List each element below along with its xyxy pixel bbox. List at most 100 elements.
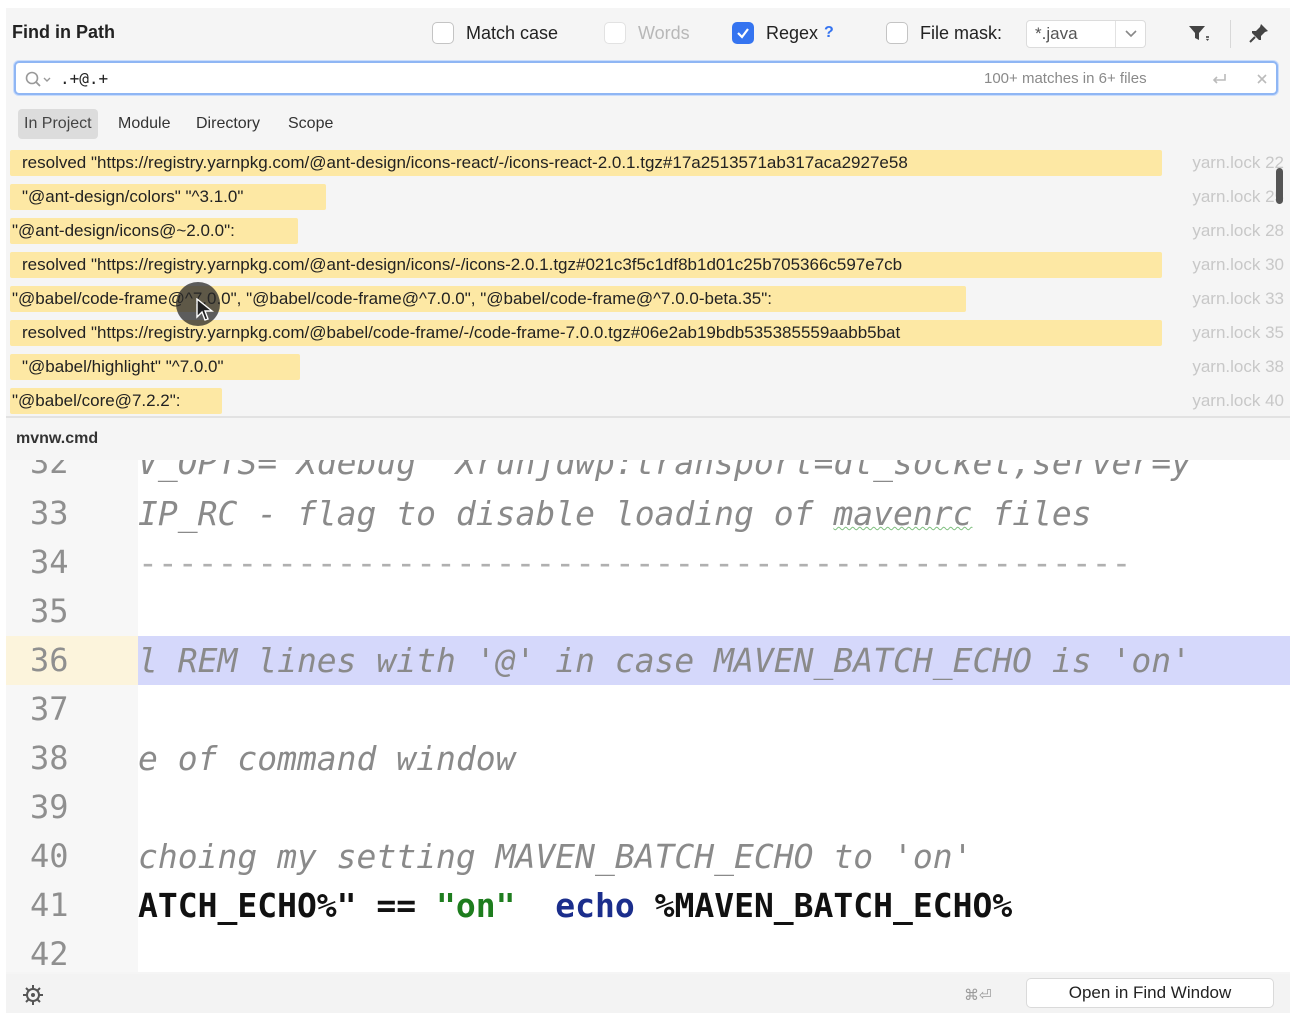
code-line: ATCH_ECHO%" == "on" echo %MAVEN_BATCH_EC… (138, 881, 1290, 930)
code-string: "on" (436, 886, 516, 925)
checkbox-box[interactable] (432, 22, 454, 44)
results-list: resolved "https://registry.yarnpkg.com/@… (6, 146, 1290, 414)
code-text: V_OPTS= Xdebug Xrunjdwp:transport=dt_soc… (138, 460, 1191, 482)
code-line: V_OPTS= Xdebug Xrunjdwp:transport=dt_soc… (138, 460, 1290, 487)
dialog-header: Find in Path Match case Words Regex ? Fi… (6, 8, 1290, 56)
find-in-path-dialog: Find in Path Match case Words Regex ? Fi… (6, 8, 1290, 1013)
new-line-icon[interactable] (1208, 69, 1230, 89)
result-text: resolved "https://registry.yarnpkg.com/@… (10, 320, 1162, 346)
line-number: 36 (30, 641, 69, 679)
result-text: resolved "https://registry.yarnpkg.com/@… (10, 150, 1162, 176)
checkbox-box[interactable] (886, 22, 908, 44)
match-case-checkbox[interactable]: Match case (432, 20, 558, 46)
gear-icon[interactable] (22, 984, 44, 1006)
pin-icon[interactable] (1242, 18, 1276, 48)
tab-scope[interactable]: Scope (282, 109, 339, 139)
code-line: e of command window (138, 734, 1290, 783)
checkbox-box[interactable] (604, 22, 626, 44)
code-keyword: echo (555, 886, 635, 925)
tab-directory[interactable]: Directory (190, 109, 266, 139)
chevron-down-icon[interactable] (1115, 21, 1145, 47)
result-row[interactable]: "@babel/core@7.2.2": yarn.lock 40 (6, 384, 1290, 414)
code-text-a: IP_RC - flag to disable loading of (138, 494, 834, 533)
tab-label: Directory (196, 115, 261, 132)
splitter[interactable] (6, 416, 1290, 418)
file-mask-combo[interactable]: *.java (1026, 20, 1146, 48)
toolbar-divider (1230, 20, 1231, 48)
result-row[interactable]: resolved "https://registry.yarnpkg.com/@… (6, 248, 1290, 282)
code-text: e of command window (138, 739, 516, 778)
preview-file-name: mvnw.cmd (16, 430, 99, 447)
results-scrollbar[interactable] (1276, 168, 1283, 204)
search-query[interactable]: .+@.+ (60, 69, 108, 88)
mouse-cursor-icon (196, 298, 214, 321)
tab-label: Module (118, 115, 171, 132)
result-location: yarn.lock 35 (1192, 323, 1284, 342)
result-text: "@ant-design/icons@~2.0.0": (10, 218, 298, 244)
code-line: choing my setting MAVEN_BATCH_ECHO to 'o… (138, 832, 1290, 881)
dialog-title: Find in Path (12, 22, 115, 42)
result-location: yarn.lock 30 (1192, 255, 1284, 274)
regex-help-link[interactable]: ? (824, 24, 834, 42)
result-text: "@babel/code-frame@^7.0.0", "@babel/code… (10, 286, 966, 312)
result-row[interactable]: "@babel/highlight" "^7.0.0" yarn.lock 38 (6, 350, 1290, 384)
result-text: "@babel/core@7.2.2": (10, 388, 222, 414)
code-line: ----------------------------------------… (138, 538, 1290, 587)
tab-label: In Project (24, 115, 92, 132)
line-number: 35 (30, 592, 69, 630)
line-number: 34 (30, 543, 69, 581)
result-location: yarn.lock 38 (1192, 357, 1284, 376)
search-icon[interactable] (24, 69, 54, 89)
words-label: Words (638, 22, 690, 43)
file-mask-checkbox[interactable]: File mask: (886, 20, 1002, 46)
line-number: 40 (30, 837, 69, 875)
code-text: ----------------------------------------… (138, 543, 1132, 582)
code-line-highlighted: l REM lines with '@' in case MAVEN_BATCH… (138, 636, 1290, 685)
code-text: choing my setting MAVEN_BATCH_ECHO to 'o… (138, 837, 973, 876)
result-location: yarn.lock 22 (1192, 153, 1284, 172)
tab-in-project[interactable]: In Project (18, 109, 98, 139)
file-mask-value: *.java (1035, 24, 1078, 43)
result-text: "@ant-design/colors" "^3.1.0" (10, 184, 326, 210)
open-in-find-window-button[interactable]: Open in Find Window (1026, 978, 1274, 1008)
code-text-a: ATCH_ECHO%" == (138, 886, 437, 925)
code-text-c: files (972, 494, 1092, 533)
line-number: 39 (30, 788, 69, 826)
match-count: 100+ matches in 6+ files (984, 70, 1147, 87)
close-icon[interactable] (1252, 69, 1272, 89)
code-text-c (516, 886, 556, 925)
regex-label: Regex (766, 22, 819, 43)
dialog-footer: ⌘⏎ Open in Find Window (6, 974, 1290, 1013)
result-row[interactable]: "@ant-design/icons@~2.0.0": yarn.lock 28 (6, 214, 1290, 248)
line-number: 33 (30, 494, 69, 532)
code-text-typo: mavenrc (833, 494, 973, 533)
line-number: 41 (30, 886, 69, 924)
line-number: 32 (30, 460, 69, 481)
code-preview[interactable]: 32 V_OPTS= Xdebug Xrunjdwp:transport=dt_… (6, 460, 1290, 972)
words-checkbox[interactable]: Words (604, 20, 690, 46)
line-number: 38 (30, 739, 69, 777)
tab-label: Scope (288, 115, 334, 132)
code-text-e: %MAVEN_BATCH_ECHO% (634, 886, 1013, 925)
regex-checkbox[interactable]: Regex ? (732, 20, 834, 46)
filter-icon[interactable] (1182, 18, 1216, 48)
tab-module[interactable]: Module (112, 109, 176, 139)
code-text: l REM lines with '@' in case MAVEN_BATCH… (138, 641, 1191, 680)
search-input[interactable]: .+@.+ 100+ matches in 6+ files (14, 61, 1278, 95)
result-location: yarn.lock 40 (1192, 391, 1284, 410)
result-location: yarn.lock 33 (1192, 289, 1284, 308)
shortcut-hint: ⌘⏎ (964, 987, 992, 1004)
checkbox-box[interactable] (732, 22, 754, 44)
match-case-label: Match case (466, 22, 559, 43)
result-location: yarn.lock 25 (1192, 187, 1284, 206)
result-text: resolved "https://registry.yarnpkg.com/@… (10, 252, 1162, 278)
result-text: "@babel/highlight" "^7.0.0" (10, 354, 300, 380)
result-row[interactable]: "@ant-design/colors" "^3.1.0" yarn.lock … (6, 180, 1290, 214)
code-line: IP_RC - flag to disable loading of maven… (138, 489, 1290, 538)
result-location: yarn.lock 28 (1192, 221, 1284, 240)
result-row[interactable]: resolved "https://registry.yarnpkg.com/@… (6, 146, 1290, 180)
